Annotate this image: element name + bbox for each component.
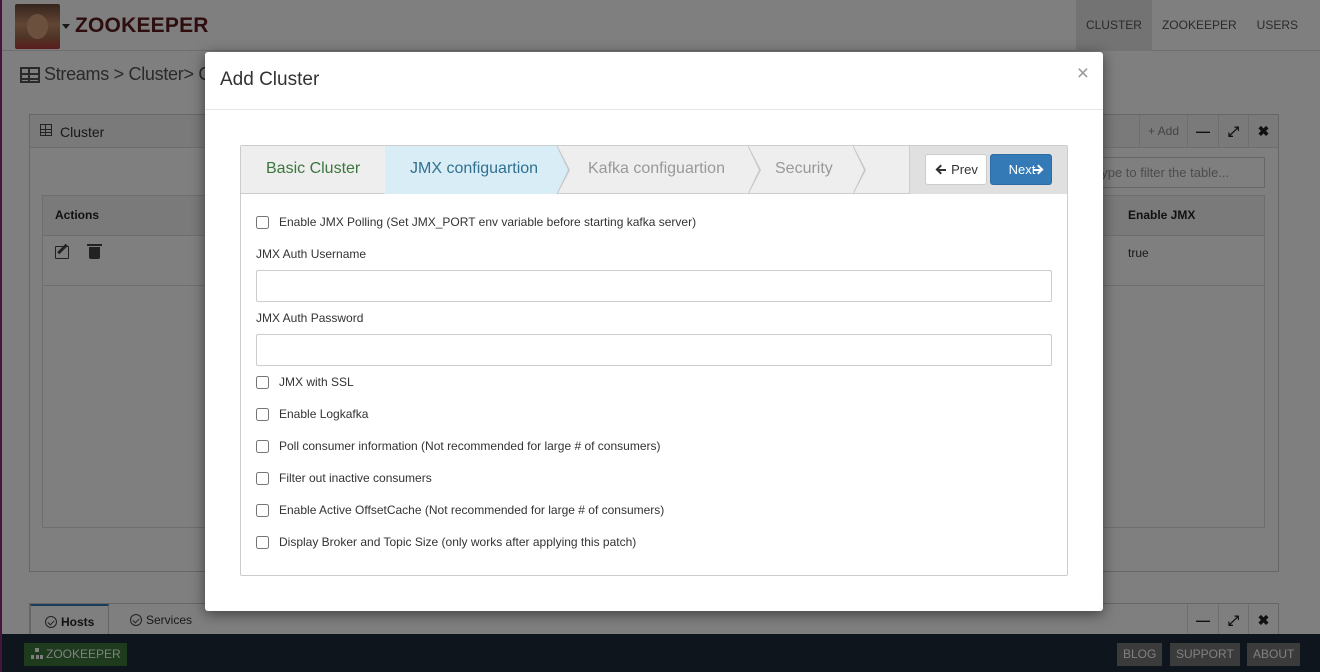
close-icon[interactable]: × xyxy=(1077,63,1089,84)
next-label: Next xyxy=(1008,162,1036,177)
modal-header: Add Cluster × xyxy=(205,52,1103,110)
active-offset-cache-label: Enable Active OffsetCache (Not recommend… xyxy=(279,503,665,517)
jmx-username-input[interactable] xyxy=(256,270,1052,302)
step-jmx-configuration[interactable]: JMX configuartion xyxy=(385,146,557,194)
enable-logkafka-label: Enable Logkafka xyxy=(279,407,369,421)
step-separator xyxy=(852,145,864,195)
prev-label: Prev xyxy=(951,162,978,177)
jmx-ssl-row[interactable]: JMX with SSL xyxy=(256,372,354,392)
prev-button[interactable]: Prev xyxy=(925,154,987,185)
jmx-ssl-label: JMX with SSL xyxy=(279,375,354,389)
active-offset-cache-row[interactable]: Enable Active OffsetCache (Not recommend… xyxy=(256,500,664,520)
modal-title: Add Cluster xyxy=(220,69,320,90)
step-basic-cluster[interactable]: Basic Cluster xyxy=(241,146,385,194)
enable-logkafka-checkbox[interactable] xyxy=(256,407,269,421)
filter-inactive-checkbox[interactable] xyxy=(256,471,269,485)
display-broker-topic-size-checkbox[interactable] xyxy=(256,535,269,549)
jmx-ssl-checkbox[interactable] xyxy=(256,375,269,389)
poll-consumer-label: Poll consumer information (Not recommend… xyxy=(279,439,661,453)
arrow-right-icon xyxy=(1033,165,1043,175)
jmx-password-label: JMX Auth Password xyxy=(256,311,364,325)
jmx-password-input[interactable] xyxy=(256,334,1052,366)
poll-consumer-row[interactable]: Poll consumer information (Not recommend… xyxy=(256,436,661,456)
next-button[interactable]: Next xyxy=(990,154,1052,185)
display-broker-topic-size-row[interactable]: Display Broker and Topic Size (only work… xyxy=(256,532,636,552)
step-kafka-configuration[interactable]: Kafka configuartion xyxy=(563,146,748,194)
enable-jmx-polling-row[interactable]: Enable JMX Polling (Set JMX_PORT env var… xyxy=(256,212,696,232)
arrow-left-icon xyxy=(936,165,946,175)
wizard-steps: Basic Cluster JMX configuartion Kafka co… xyxy=(241,145,1067,195)
display-broker-topic-size-label: Display Broker and Topic Size (only work… xyxy=(279,535,637,549)
enable-jmx-polling-label: Enable JMX Polling (Set JMX_PORT env var… xyxy=(279,215,697,229)
step-security[interactable]: Security xyxy=(750,146,853,194)
poll-consumer-checkbox[interactable] xyxy=(256,439,269,453)
active-offset-cache-checkbox[interactable] xyxy=(256,503,269,517)
wizard-actions: Prev Next xyxy=(909,146,1067,194)
wizard: Basic Cluster JMX configuartion Kafka co… xyxy=(240,145,1068,576)
jmx-username-label: JMX Auth Username xyxy=(256,247,367,261)
filter-inactive-label: Filter out inactive consumers xyxy=(279,471,432,485)
enable-logkafka-row[interactable]: Enable Logkafka xyxy=(256,404,368,424)
filter-inactive-row[interactable]: Filter out inactive consumers xyxy=(256,468,432,488)
enable-jmx-polling-checkbox[interactable] xyxy=(256,215,269,229)
add-cluster-modal: Add Cluster × Basic Cluster JMX configua… xyxy=(205,52,1103,611)
